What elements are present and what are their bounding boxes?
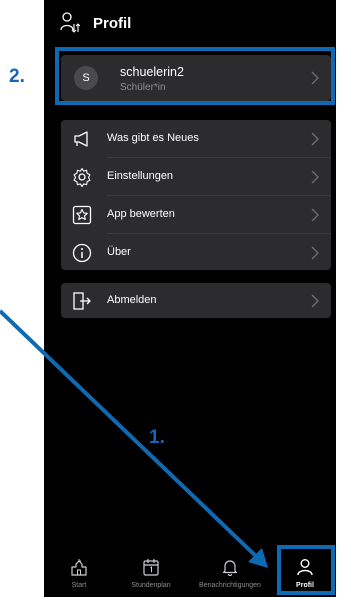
logout-icon [73,292,91,310]
star-icon [72,205,92,225]
gear-icon [73,167,91,187]
menu-item-label: Über [107,246,131,258]
chevron-right-icon [311,246,319,260]
logout-button[interactable]: Abmelden [61,283,331,318]
menu-item-rate-app[interactable]: App bewerten [61,196,331,233]
settings-menu-card: Was gibt es Neues Einstellungen App bewe… [61,120,331,270]
menu-item-label: Einstellungen [107,170,174,182]
tab-benachrichtigungen[interactable]: Benachrichtigungen [188,543,272,597]
menu-item-about[interactable]: Über [61,234,331,271]
megaphone-icon [74,131,88,147]
menu-item-news[interactable]: Was gibt es Neues [61,120,331,157]
chevron-right-icon [311,132,319,146]
chevron-right-icon [311,294,319,308]
app-header: Profil [44,0,336,44]
menu-item-settings[interactable]: Einstellungen [61,158,331,195]
highlight-box-user-card [55,47,335,105]
bell-icon [222,560,238,576]
chevron-right-icon [311,208,319,222]
annotation-step-2: 2. [9,66,25,87]
chevron-right-icon [311,170,319,184]
info-icon [72,243,92,263]
tab-start[interactable]: Start [44,543,114,597]
menu-item-label: App bewerten [107,208,175,220]
tab-label: Start [71,582,87,589]
tab-label: Stundenplan [131,582,171,589]
menu-item-label: Was gibt es Neues [107,132,199,144]
highlight-box-profil-tab [277,545,335,595]
person-sort-icon [60,12,80,33]
page-title: Profil [93,15,132,32]
tab-stundenplan[interactable]: Stundenplan [114,543,188,597]
tab-label: Benachrichtigungen [199,582,261,589]
menu-item-label: Abmelden [107,294,157,306]
menu-item-logout[interactable]: Abmelden [61,283,331,318]
calendar-icon [143,559,159,576]
school-icon [71,559,87,576]
annotation-step-1: 1. [149,427,165,448]
